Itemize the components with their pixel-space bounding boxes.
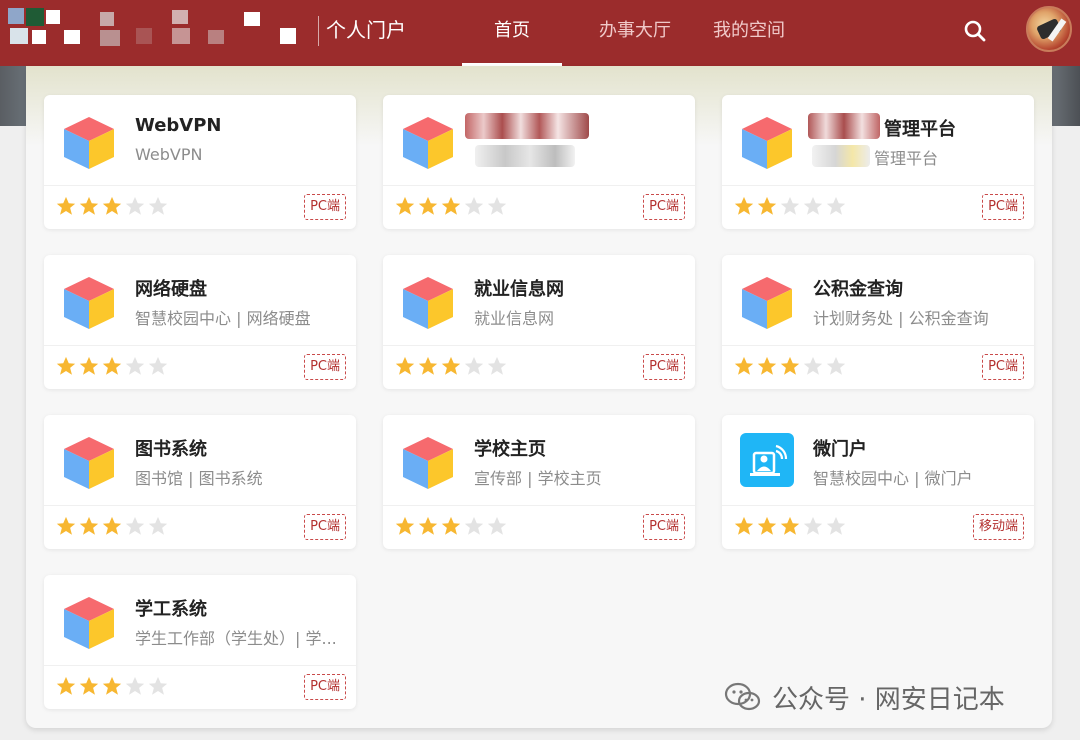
rating-stars xyxy=(733,195,848,217)
platform-badge: PC端 xyxy=(304,674,346,700)
app-name: 网络硬盘 xyxy=(135,279,207,300)
search-icon[interactable] xyxy=(960,16,990,46)
app-card-micro-portal[interactable]: 微门户 智慧校园中心 | 微门户 移动端 xyxy=(722,415,1034,549)
platform-badge: PC端 xyxy=(643,514,685,540)
platform-badge: PC端 xyxy=(982,194,1024,220)
user-avatar[interactable] xyxy=(1026,6,1072,52)
app-card-employment[interactable]: 就业信息网 就业信息网 PC端 xyxy=(383,255,695,389)
watermark-text: 公众号 · 网安日记本 xyxy=(772,684,1005,715)
top-navbar: 个人门户 首页 办事大厅 我的空间 xyxy=(0,0,1080,66)
logo-redacted xyxy=(8,8,308,48)
platform-badge: PC端 xyxy=(643,354,685,380)
cube-icon xyxy=(738,273,796,331)
cube-icon xyxy=(60,273,118,331)
rating-stars xyxy=(55,515,170,537)
platform-badge: 移动端 xyxy=(972,514,1024,540)
main-nav: 首页 办事大厅 我的空间 xyxy=(462,0,798,66)
app-subtitle: 宣传部 | 学校主页 xyxy=(474,469,602,488)
app-subtitle: 就业信息网 xyxy=(474,309,555,328)
app-subtitle: WebVPN xyxy=(135,145,203,164)
platform-badge: PC端 xyxy=(982,354,1024,380)
cube-icon xyxy=(399,433,457,491)
cube-icon xyxy=(738,113,796,171)
watermark: 公众号 · 网安日记本 xyxy=(724,678,1005,716)
rating-stars xyxy=(55,195,170,217)
portal-title: 个人门户 xyxy=(326,18,406,42)
nav-item-service-hall[interactable]: 办事大厅 xyxy=(570,0,700,66)
app-card-student-affairs[interactable]: 学工系统 学生工作部（学生处）| 学... PC端 xyxy=(44,575,356,709)
app-name: 就业信息网 xyxy=(474,279,564,300)
app-name: WebVPN xyxy=(135,115,222,136)
platform-badge: PC端 xyxy=(304,514,346,540)
app-name: 图书系统 xyxy=(135,439,207,460)
app-name: 公积金查询 xyxy=(813,279,903,300)
app-subtitle: 管理平台 xyxy=(874,149,939,168)
nav-item-home[interactable]: 首页 xyxy=(462,0,562,66)
logo-divider xyxy=(318,16,319,46)
app-name: 微门户 xyxy=(813,439,867,460)
platform-badge: PC端 xyxy=(643,194,685,220)
app-grid-panel: WebVPN WebVPN PC端 PC端 管理平台 管理平台 PC端 网络硬盘… xyxy=(26,66,1052,728)
redacted-subtitle xyxy=(475,145,575,167)
app-card-school-homepage[interactable]: 学校主页 宣传部 | 学校主页 PC端 xyxy=(383,415,695,549)
cube-icon xyxy=(60,113,118,171)
app-card-management-platform[interactable]: 管理平台 管理平台 PC端 xyxy=(722,95,1034,229)
rating-stars xyxy=(394,355,509,377)
app-name: 学工系统 xyxy=(135,599,207,620)
rating-stars xyxy=(733,515,848,537)
app-name: 管理平台 xyxy=(884,119,956,140)
app-subtitle: 智慧校园中心 | 网络硬盘 xyxy=(135,309,311,328)
app-name: 学校主页 xyxy=(474,439,546,460)
rating-stars xyxy=(733,355,848,377)
redacted-name xyxy=(465,113,589,139)
app-subtitle: 图书馆 | 图书系统 xyxy=(135,469,263,488)
rating-stars xyxy=(394,195,509,217)
app-card-webvpn[interactable]: WebVPN WebVPN PC端 xyxy=(44,95,356,229)
cube-icon xyxy=(60,593,118,651)
app-card-library[interactable]: 图书系统 图书馆 | 图书系统 PC端 xyxy=(44,415,356,549)
app-subtitle: 计划财务处 | 公积金查询 xyxy=(813,309,989,328)
wechat-icon xyxy=(724,682,761,711)
mobile-portal-icon xyxy=(740,433,794,487)
app-subtitle: 智慧校园中心 | 微门户 xyxy=(813,469,973,488)
cube-icon xyxy=(399,273,457,331)
app-card-housing-fund[interactable]: 公积金查询 计划财务处 | 公积金查询 PC端 xyxy=(722,255,1034,389)
app-subtitle: 学生工作部（学生处）| 学... xyxy=(135,629,337,648)
platform-badge: PC端 xyxy=(304,354,346,380)
rating-stars xyxy=(394,515,509,537)
app-card-redacted-1[interactable]: PC端 xyxy=(383,95,695,229)
cube-icon xyxy=(60,433,118,491)
redacted-subtitle xyxy=(812,145,870,167)
platform-badge: PC端 xyxy=(304,194,346,220)
redacted-name xyxy=(808,113,880,139)
app-card-network-disk[interactable]: 网络硬盘 智慧校园中心 | 网络硬盘 PC端 xyxy=(44,255,356,389)
rating-stars xyxy=(55,355,170,377)
cube-icon xyxy=(399,113,457,171)
rating-stars xyxy=(55,675,170,697)
nav-item-my-space[interactable]: 我的空间 xyxy=(700,0,798,66)
